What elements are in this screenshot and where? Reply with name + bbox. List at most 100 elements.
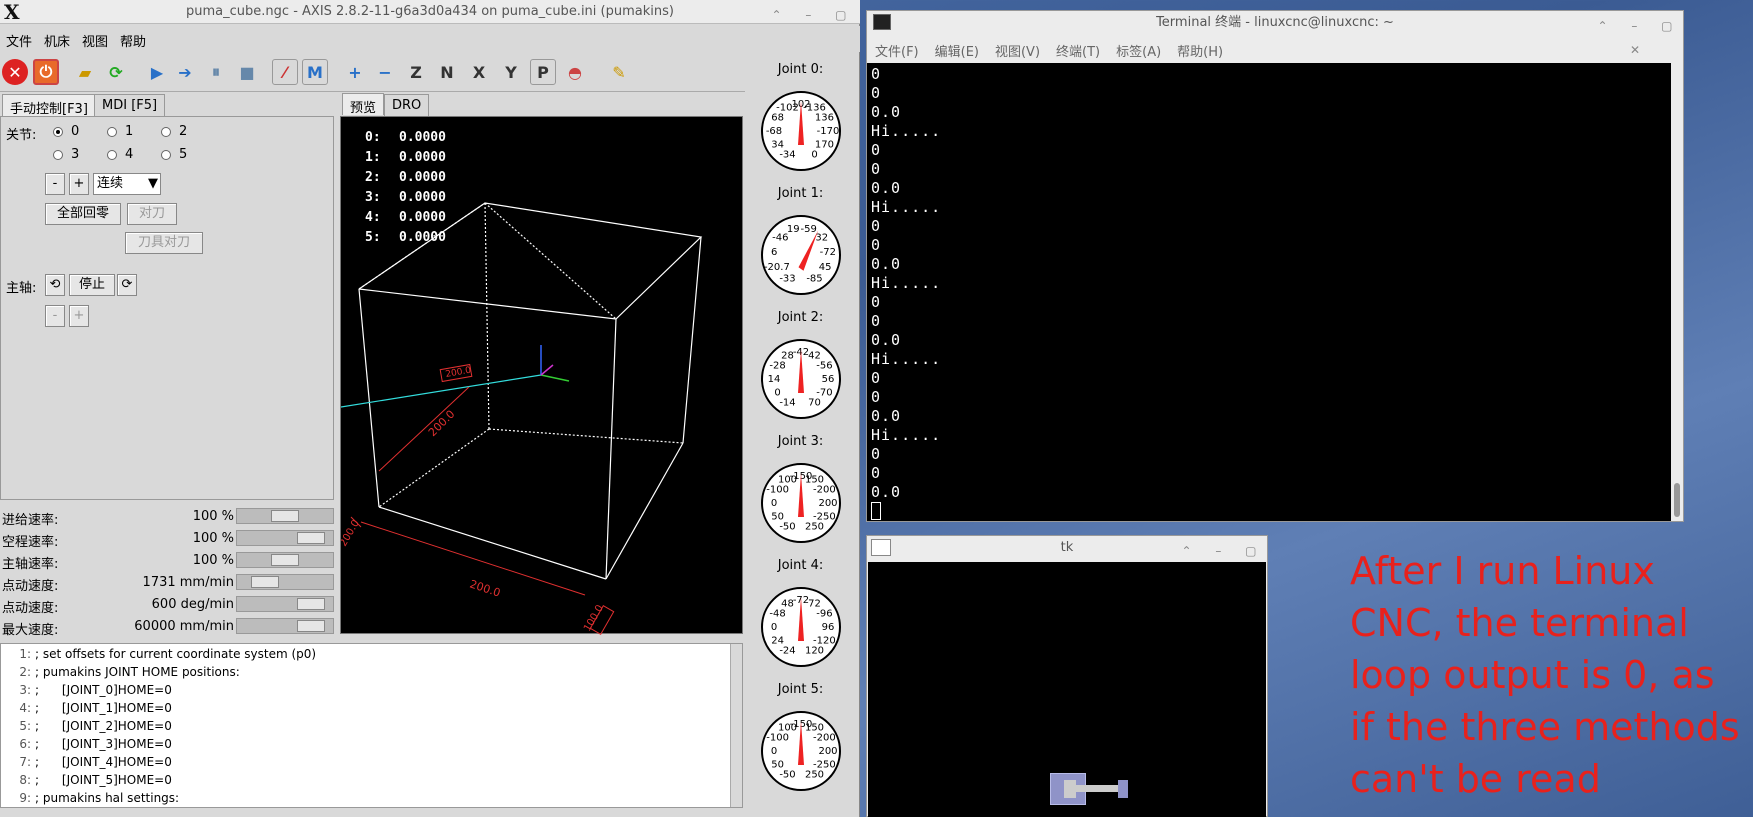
joint-radio-2[interactable] (161, 127, 171, 137)
preview-canvas[interactable]: 0: 0.0000 1: 0.0000 2: 0.0000 3: 0.0000 4: 0.0000… (340, 116, 743, 635)
rotate-view-icon[interactable]: ◓ (562, 59, 588, 85)
reload-icon[interactable]: ⟳ (103, 59, 129, 85)
stop-icon[interactable]: ■ (234, 59, 260, 85)
gcode-line-text: ; [JOINT_0]HOME=0 (35, 683, 172, 697)
gcode-line[interactable]: 4: ; [JOINT_1]HOME=0 (1, 699, 721, 717)
zoom-out-icon[interactable]: − (372, 59, 398, 85)
override-slider-thumb-5[interactable] (297, 620, 325, 632)
gauge-tick-label: 136 (815, 113, 834, 124)
view-x-icon[interactable]: X (466, 59, 492, 85)
terminal-line: 0 (871, 369, 882, 387)
terminal-menu-edit[interactable]: 编辑(E) (927, 39, 987, 62)
joint-radio-0[interactable] (53, 127, 63, 137)
gauge-tick-label: 200 (818, 498, 837, 509)
override-slider-thumb-1[interactable] (297, 532, 325, 544)
gcode-line[interactable]: 6: ; [JOINT_3]HOME=0 (1, 735, 721, 753)
joint-radio-label-0: 0 (71, 124, 80, 139)
open-file-icon[interactable]: ▰ (72, 59, 98, 85)
spindle-plus-button[interactable]: + (69, 305, 89, 327)
gcode-scrollbar[interactable] (730, 644, 742, 807)
home-all-button[interactable]: 全部回零 (45, 203, 121, 225)
gcode-line[interactable]: 9: ; pumakins hal settings: (1, 789, 721, 807)
terminal-menu-help[interactable]: 帮助(H) (1169, 39, 1231, 62)
override-slider-1[interactable] (236, 530, 334, 546)
gcode-line-number: 8: (19, 773, 31, 787)
override-slider-thumb-4[interactable] (297, 598, 325, 610)
spindle-minus-button[interactable]: - (45, 305, 65, 327)
terminal-line: 0 (871, 65, 882, 83)
spindle-stop-button[interactable]: 停止 (69, 274, 115, 296)
gcode-line-text: ; [JOINT_4]HOME=0 (35, 755, 172, 769)
override-slider-4[interactable] (236, 596, 334, 612)
gcode-line-number: 1: (19, 647, 31, 661)
tab-preview[interactable]: 预览 (342, 93, 385, 116)
terminal-menu-file[interactable]: 文件(F) (867, 39, 927, 62)
step-icon[interactable]: ➔ (172, 59, 198, 85)
estop-icon[interactable]: ✕ (2, 59, 28, 85)
spindle-label: 主轴: (6, 281, 37, 296)
joint-radio-4[interactable] (107, 150, 117, 160)
tab-mdi[interactable]: MDI [F5] (94, 94, 166, 116)
joint-radio-1[interactable] (107, 127, 117, 137)
menu-help[interactable]: 帮助 (114, 26, 152, 50)
joint-radio-5[interactable] (161, 150, 171, 160)
jog-minus-button[interactable]: - (45, 173, 65, 195)
spindle-cw-icon[interactable]: ⟳ (117, 274, 137, 296)
view-z2-icon[interactable]: N (434, 59, 460, 85)
terminal-line: 0.0 (871, 255, 902, 273)
view-p-icon[interactable]: P (530, 59, 556, 85)
terminal-line: 0 (871, 160, 882, 178)
override-slider-thumb-0[interactable] (271, 510, 299, 522)
terminal-line: 0.0 (871, 179, 902, 197)
terminal-window: Terminal 终端 - linuxcnc@linuxcnc: ~ ⌃ – ▢… (866, 10, 1684, 522)
override-slider-0[interactable] (236, 508, 334, 524)
gauge-tick-label: 50 (771, 512, 784, 523)
tool-touch-off-button[interactable]: 刀具对刀 (125, 232, 203, 254)
gcode-line[interactable]: 5: ; [JOINT_2]HOME=0 (1, 717, 721, 735)
override-label-0: 进给速率: (2, 513, 59, 528)
terminal-scrollbar[interactable] (1671, 63, 1683, 521)
terminal-screen[interactable]: 0 0 0.0 Hi..... 0 0 0.0 Hi..... 0 0 0.0 Hi..... 0 0 0.… (867, 63, 1671, 521)
gcode-listing[interactable]: 1: ; set offsets for current coordinate s… (0, 643, 743, 808)
tab-manual-control[interactable]: 手动控制[F3] (2, 94, 96, 117)
optional-stop-icon[interactable]: M (302, 59, 328, 85)
menu-view[interactable]: 视图 (76, 26, 114, 50)
gcode-line[interactable]: 2: ; pumakins JOINT HOME positions: (1, 663, 721, 681)
menu-machine[interactable]: 机床 (38, 26, 76, 50)
override-slider-2[interactable] (236, 552, 334, 568)
terminal-menu-view[interactable]: 视图(V) (987, 39, 1048, 62)
toggle-skip-icon[interactable]: ⁄ (272, 59, 298, 85)
override-label-5: 最大速度: (2, 623, 59, 638)
zoom-in-icon[interactable]: + (342, 59, 368, 85)
gcode-line[interactable]: 8: ; [JOINT_5]HOME=0 (1, 771, 721, 789)
gauge-tick-label: -50 (779, 769, 795, 780)
gcode-line[interactable]: 3: ; [JOINT_0]HOME=0 (1, 681, 721, 699)
spindle-ccw-icon[interactable]: ⟲ (45, 274, 65, 296)
jog-plus-button[interactable]: + (69, 173, 89, 195)
gcode-line-number: 3: (19, 683, 31, 697)
terminal-line: Hi..... (871, 350, 942, 368)
jog-mode-select[interactable]: 连续 ▼ (93, 173, 161, 195)
clear-plot-icon[interactable]: ✎ (606, 59, 632, 85)
terminal-line: 0 (871, 217, 882, 235)
terminal-menu-tabs[interactable]: 标签(A) (1108, 39, 1169, 62)
view-z-icon[interactable]: Z (403, 59, 429, 85)
terminal-scroll-thumb[interactable] (1674, 483, 1680, 517)
override-slider-3[interactable] (236, 574, 334, 590)
joint-radio-3[interactable] (53, 150, 63, 160)
override-slider-thumb-2[interactable] (271, 554, 299, 566)
terminal-menu-terminal[interactable]: 终端(T) (1048, 39, 1108, 62)
tk-canvas[interactable] (868, 562, 1266, 817)
override-slider-thumb-3[interactable] (251, 576, 279, 588)
power-icon[interactable]: ⏻ (33, 59, 59, 85)
tab-dro[interactable]: DRO (384, 94, 430, 116)
menu-file[interactable]: 文件 (0, 26, 38, 50)
gcode-line[interactable]: 1: ; set offsets for current coordinate s… (1, 645, 721, 663)
touch-off-button[interactable]: 对刀 (127, 203, 177, 225)
gauge-tick-label: -24 (779, 645, 795, 656)
pause-icon[interactable]: ⏸ (203, 59, 229, 85)
run-icon[interactable]: ▶ (144, 59, 170, 85)
gcode-line[interactable]: 7: ; [JOINT_4]HOME=0 (1, 753, 721, 771)
override-slider-5[interactable] (236, 618, 334, 634)
view-y-icon[interactable]: Y (498, 59, 524, 85)
